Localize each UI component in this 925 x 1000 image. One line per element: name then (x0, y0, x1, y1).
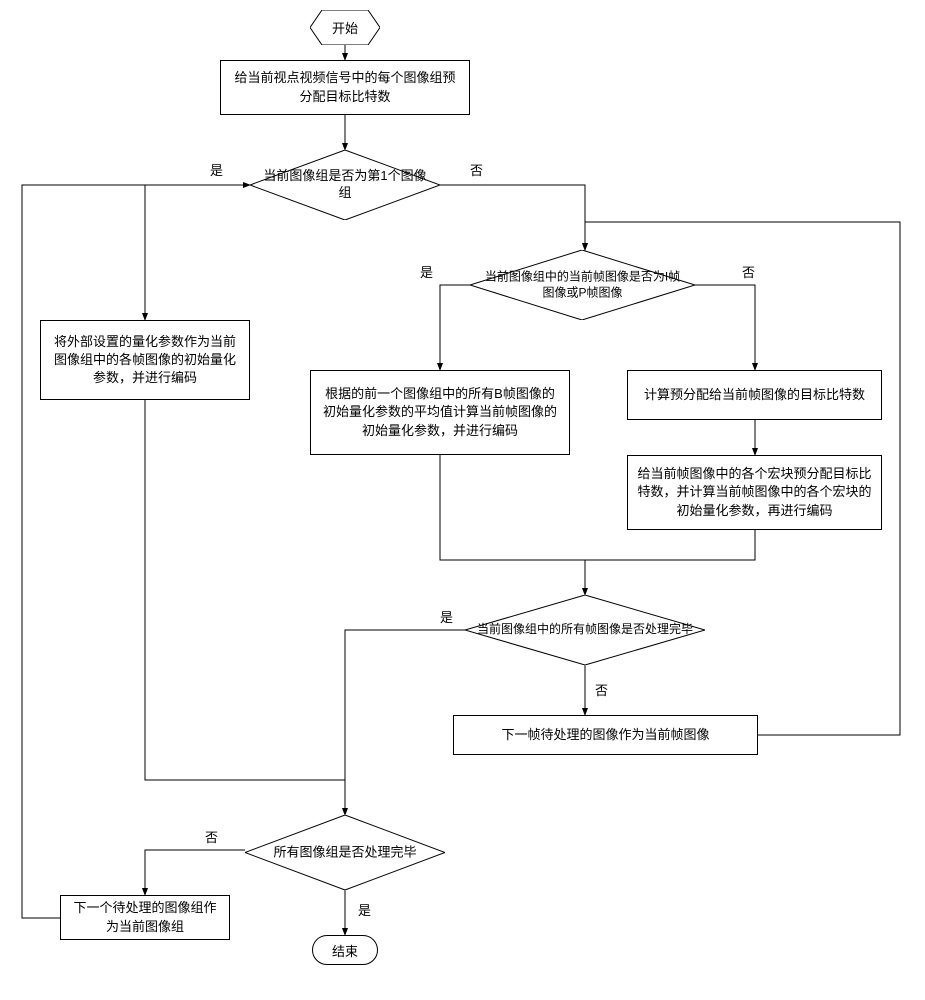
start-label: 开始 (332, 18, 358, 37)
process-text: 将外部设置的量化参数作为当前图像组中的各帧图像的初始量化参数，并进行编码 (49, 333, 241, 388)
label-no: 否 (595, 680, 608, 699)
decision-frame-type: 当前图像组中的当前帧图像是否为I帧图像或P帧图像 (470, 250, 695, 320)
end-label: 结束 (332, 941, 358, 960)
process-avg-bframe-qp: 根据的前一个图像组中的所有B帧图像的初始量化参数的平均值计算当前帧图像的初始量化… (310, 370, 570, 455)
process-text: 计算预分配给当前帧图像的目标比特数 (644, 386, 865, 404)
decision-all-groups-done: 所有图像组是否处理完毕 (245, 815, 445, 890)
end-node: 结束 (312, 935, 378, 965)
decision-all-frames-done: 当前图像组中的所有帧图像是否处理完毕 (465, 595, 705, 665)
process-next-group: 下一个待处理的图像组作为当前图像组 (60, 895, 230, 940)
label-no: 否 (470, 160, 483, 179)
process-external-qp: 将外部设置的量化参数作为当前图像组中的各帧图像的初始量化参数，并进行编码 (40, 320, 250, 400)
process-text: 下一帧待处理的图像作为当前帧图像 (501, 726, 709, 744)
decision-text: 当前图像组中的所有帧图像是否处理完毕 (477, 622, 693, 638)
process-mb-allocation: 给当前帧图像中的各个宏块预分配目标比特数，并计算当前帧图像中的各个宏块的初始量化… (627, 455, 882, 530)
decision-text: 当前图像组是否为第1个图像组 (260, 168, 431, 202)
flowchart-canvas: 开始 给当前视点视频信号中的每个图像组预分配目标比特数 当前图像组是否为第1个图… (0, 0, 925, 1000)
start-node: 开始 (310, 10, 380, 45)
process-text: 根据的前一个图像组中的所有B帧图像的初始量化参数的平均值计算当前帧图像的初始量化… (319, 385, 561, 440)
process-text: 给当前视点视频信号中的每个图像组预分配目标比特数 (229, 69, 461, 105)
label-yes: 是 (358, 900, 371, 919)
label-yes: 是 (440, 607, 453, 626)
process-text: 给当前帧图像中的各个宏块预分配目标比特数，并计算当前帧图像中的各个宏块的初始量化… (636, 465, 873, 520)
label-yes: 是 (210, 160, 223, 179)
process-text: 下一个待处理的图像组作为当前图像组 (69, 899, 221, 935)
process-calc-target-bits: 计算预分配给当前帧图像的目标比特数 (627, 370, 882, 420)
process-allocate-bits: 给当前视点视频信号中的每个图像组预分配目标比特数 (220, 60, 470, 115)
decision-text: 当前图像组中的当前帧图像是否为I帧图像或P帧图像 (481, 269, 684, 300)
process-next-frame: 下一帧待处理的图像作为当前帧图像 (453, 715, 758, 755)
decision-text: 所有图像组是否处理完毕 (255, 844, 435, 861)
label-no: 否 (205, 827, 218, 846)
label-no: 否 (742, 262, 755, 281)
decision-first-group: 当前图像组是否为第1个图像组 (250, 150, 440, 220)
label-yes: 是 (420, 262, 433, 281)
